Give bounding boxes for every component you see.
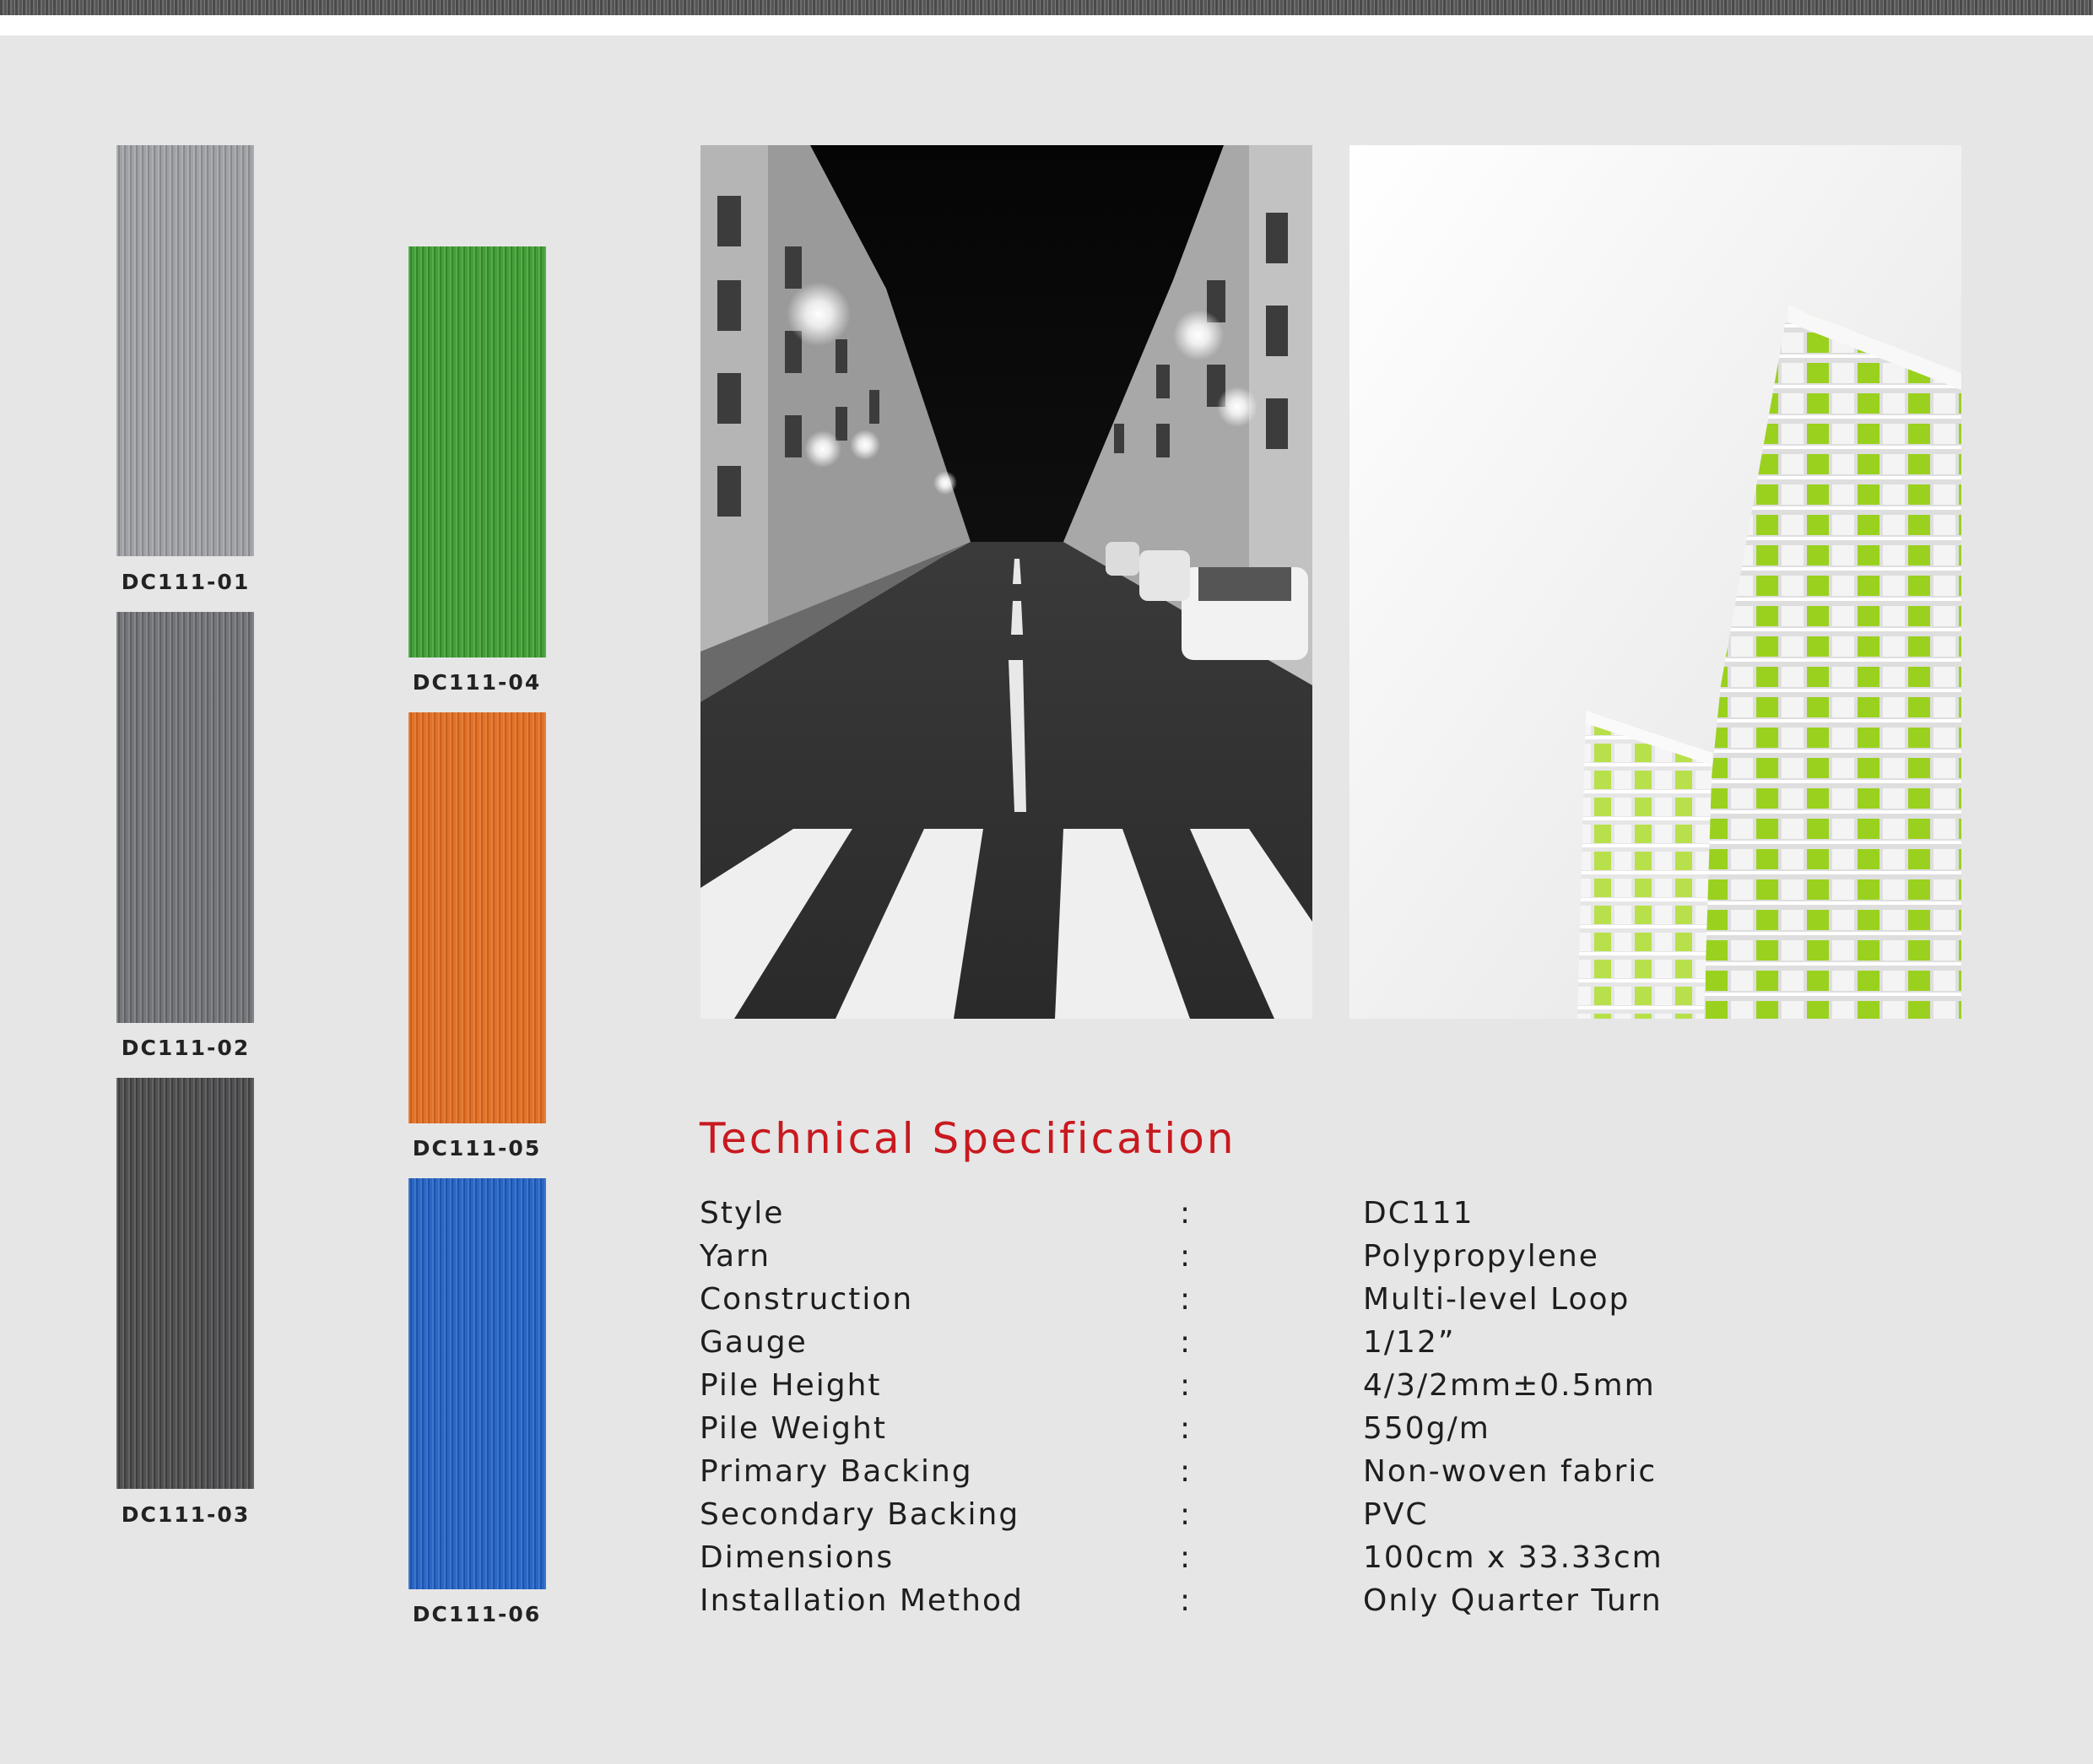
carpet-swatch-01 — [116, 145, 254, 556]
spec-row-pile-weight: Pile Weight : 550g/m — [0, 1407, 2093, 1450]
spec-colon: : — [1180, 1583, 1193, 1618]
spec-label: Secondary Backing — [700, 1497, 1020, 1532]
top-texture-band — [0, 0, 2093, 15]
spec-value: 550g/m — [1363, 1411, 1490, 1446]
spec-label: Pile Weight — [700, 1411, 887, 1446]
spec-value: Multi-level Loop — [1363, 1282, 1631, 1317]
spec-value: PVC — [1363, 1497, 1429, 1532]
swatch-label: DC111-02 — [121, 1036, 251, 1060]
spec-colon: : — [1180, 1497, 1193, 1532]
spec-label: Gauge — [700, 1325, 808, 1360]
spec-value: DC111 — [1363, 1196, 1474, 1231]
spec-colon: : — [1180, 1368, 1193, 1403]
spec-row-gauge: Gauge : 1/12” — [0, 1321, 2093, 1364]
spec-value: Polypropylene — [1363, 1239, 1599, 1274]
spec-title: Technical Specification — [700, 1114, 1236, 1163]
spec-colon: : — [1180, 1239, 1193, 1274]
spec-colon: : — [1180, 1282, 1193, 1317]
spec-row-secondary-backing: Secondary Backing : PVC — [0, 1493, 2093, 1536]
spec-colon: : — [1180, 1454, 1193, 1489]
spec-label: Installation Method — [700, 1583, 1024, 1618]
spec-label: Dimensions — [700, 1540, 895, 1575]
spec-label: Construction — [700, 1282, 914, 1317]
carpet-swatch-02 — [116, 612, 254, 1023]
spec-row-installation-method: Installation Method : Only Quarter Turn — [0, 1579, 2093, 1622]
spec-value: 4/3/2mm±0.5mm — [1363, 1368, 1656, 1403]
spec-row-pile-height: Pile Height : 4/3/2mm±0.5mm — [0, 1364, 2093, 1407]
spec-value: 1/12” — [1363, 1325, 1456, 1360]
building-photo — [1349, 145, 1961, 1019]
street-photo — [700, 145, 1312, 1019]
spec-row-construction: Construction : Multi-level Loop — [0, 1278, 2093, 1321]
spec-row-primary-backing: Primary Backing : Non-woven fabric — [0, 1450, 2093, 1493]
spec-label: Primary Backing — [700, 1454, 973, 1489]
spec-row-dimensions: Dimensions : 100cm x 33.33cm — [0, 1536, 2093, 1579]
carpet-swatch-04 — [408, 246, 546, 657]
spec-colon: : — [1180, 1411, 1193, 1446]
carpet-swatch-05 — [408, 712, 546, 1123]
swatch-label: DC111-04 — [412, 670, 542, 695]
spec-colon: : — [1180, 1325, 1193, 1360]
spec-value: Only Quarter Turn — [1363, 1583, 1663, 1618]
spec-label: Yarn — [700, 1239, 771, 1274]
spec-label: Pile Height — [700, 1368, 882, 1403]
spec-colon: : — [1180, 1540, 1193, 1575]
top-divider — [0, 15, 2093, 35]
spec-row-style: Style : DC111 — [0, 1192, 2093, 1235]
spec-value: 100cm x 33.33cm — [1363, 1540, 1663, 1575]
swatch-label: DC111-05 — [412, 1136, 542, 1161]
spec-colon: : — [1180, 1196, 1193, 1231]
spec-row-yarn: Yarn : Polypropylene — [0, 1235, 2093, 1278]
spec-label: Style — [700, 1196, 785, 1231]
swatch-label: DC111-01 — [121, 570, 251, 594]
spec-value: Non-woven fabric — [1363, 1454, 1658, 1489]
